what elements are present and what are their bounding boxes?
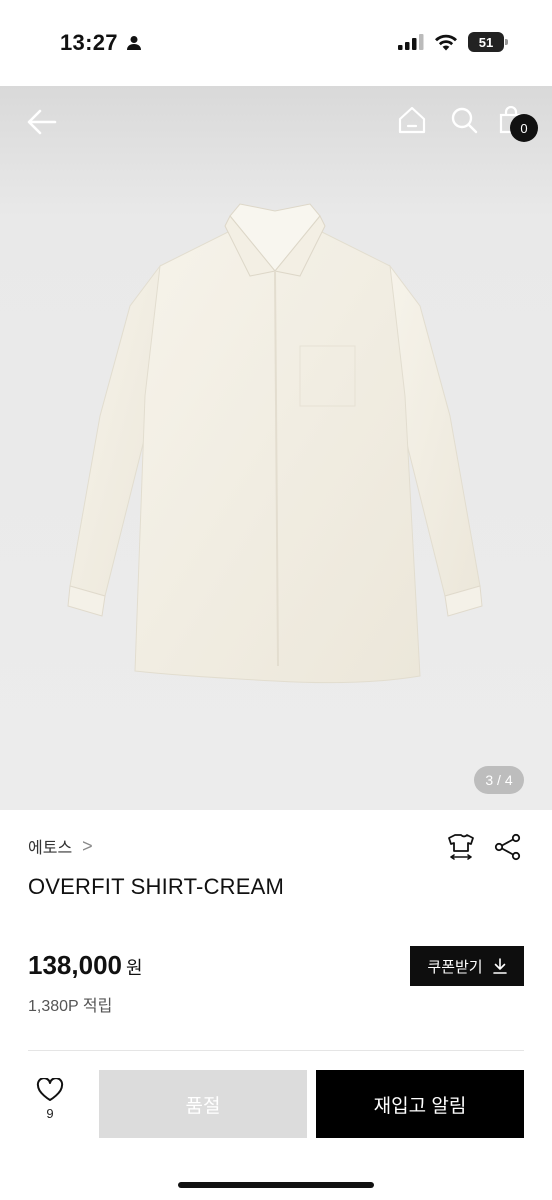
cart-count: 0 <box>520 120 528 136</box>
search-button[interactable] <box>448 104 480 136</box>
gallery-page-indicator: 3 / 4 <box>474 766 524 794</box>
section-divider <box>28 1050 524 1051</box>
battery-level: 51 <box>478 34 494 50</box>
bottom-action-bar: 9 품절 재입고 알림 <box>0 1056 552 1200</box>
home-button[interactable] <box>396 104 428 136</box>
home-icon <box>398 106 426 134</box>
page-indicator-text: 3 / 4 <box>485 772 513 788</box>
price-currency: 원 <box>125 958 143 978</box>
status-indicators: 51 <box>398 32 508 52</box>
person-icon <box>126 36 141 50</box>
status-time: 13:27 <box>60 30 142 56</box>
like-button[interactable]: 9 <box>28 1078 72 1121</box>
restock-label: 재입고 알림 <box>373 1095 467 1117</box>
battery-icon: 51 <box>468 32 508 52</box>
product-price: 138,000 <box>28 950 122 980</box>
reward-points: 1,380P 적립 <box>28 998 113 1015</box>
price-row: 138,000 원 <box>28 950 143 981</box>
restock-alert-button[interactable]: 재입고 알림 <box>316 1070 524 1138</box>
soldout-button: 품절 <box>99 1070 307 1138</box>
search-icon <box>451 107 478 134</box>
heart-icon <box>36 1078 64 1101</box>
download-icon <box>492 958 507 974</box>
brand-link[interactable]: 에토스 > <box>28 834 93 858</box>
product-title: OVERFIT SHIRT-CREAM <box>28 874 285 899</box>
back-button[interactable] <box>22 102 62 142</box>
wifi-icon <box>435 34 457 50</box>
clock: 13:27 <box>60 30 118 55</box>
soldout-label: 품절 <box>185 1095 221 1117</box>
product-image <box>67 203 483 684</box>
brand-name: 에토스 <box>28 840 73 857</box>
like-count: 9 <box>46 1106 54 1121</box>
product-image-gallery[interactable]: 3 / 4 <box>0 86 552 810</box>
status-bar: 13:27 51 <box>0 0 552 86</box>
home-indicator <box>178 1182 374 1188</box>
cart-count-badge: 0 <box>510 114 538 142</box>
coupon-button-label: 쿠폰받기 <box>427 958 483 976</box>
share-icon[interactable] <box>494 833 522 861</box>
coupon-download-button[interactable]: 쿠폰받기 <box>410 946 524 986</box>
size-guide-icon[interactable] <box>446 832 476 862</box>
arrow-left-icon <box>27 109 57 135</box>
signal-icon <box>398 34 424 50</box>
chevron-right-icon: > <box>82 835 93 856</box>
product-utilities <box>446 832 522 862</box>
